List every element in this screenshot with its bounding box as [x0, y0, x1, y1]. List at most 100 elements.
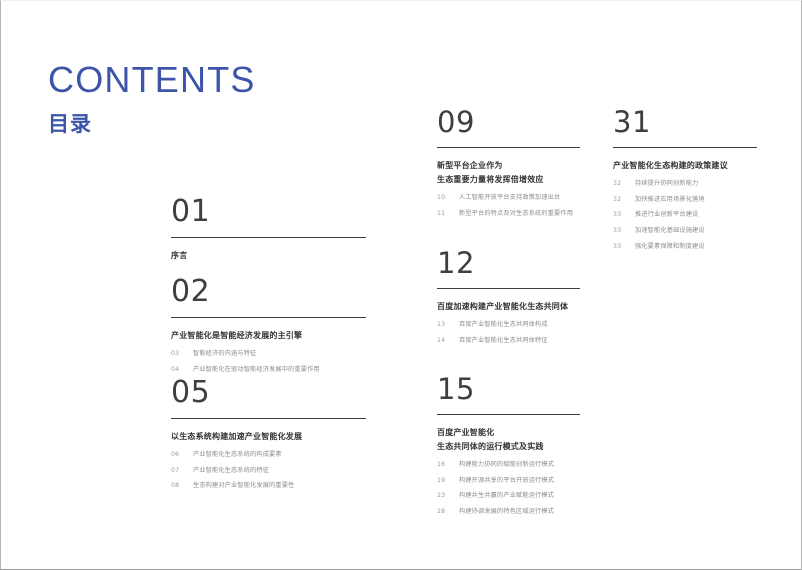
- toc-sub-item-label: 生态构建对产业智能化发展的重要性: [193, 482, 295, 490]
- toc-entry[interactable]: 02 产业智能化是智能经济发展的主引擎 03 智能经济的内涵与特征 04 产业智能化在驱动…: [171, 277, 366, 381]
- toc-sub-item[interactable]: 33 加速智能化基础设施建设: [613, 227, 757, 236]
- toc-sub-item-label: 加速智能化基础设施建设: [635, 227, 705, 235]
- toc-entry-title: 百度产业智能化生态共同体的运行模式及实践: [437, 426, 580, 454]
- masthead: CONTENTS 目录: [48, 61, 256, 136]
- toc-sub-item-page: 04: [171, 365, 180, 373]
- toc-sub-item-page: 33: [613, 211, 622, 219]
- toc-sub-item-page: 23: [437, 492, 446, 500]
- toc-sub-item[interactable]: 28 构建协调发展的特色区域运行模式: [437, 508, 580, 517]
- toc-sub-item-label: 百度产业智能化生态共同体特征: [459, 336, 548, 344]
- toc-sub-item-page: 32: [613, 180, 622, 187]
- toc-entry[interactable]: 09 新型平台企业作为生态重要力量将发挥倍增效应 10 人工智能开放平台支持政策加速出…: [437, 108, 580, 225]
- toc-entry[interactable]: 15 百度产业智能化 生态共同体的运行模式及实践 16 构建能力协同的赋能创新运行模式 1…: [437, 375, 580, 524]
- toc-entry-title-line: 生态重要力量将发挥倍增效应: [437, 175, 544, 184]
- toc-sub-item[interactable]: 32 加快推进应用场景化落地: [613, 196, 757, 205]
- toc-entry-title: 序言: [171, 249, 366, 263]
- toc-entry-title-line: 新型平台企业作为: [437, 161, 503, 170]
- toc-sub-item-label: 构建共生共赢的产业赋能运行模式: [459, 492, 555, 500]
- toc-sub-item-label: 强化要素保障和制度建设: [635, 242, 705, 250]
- toc-sub-item[interactable]: 04 产业智能化在驱动智能经济发展中的重要作用: [171, 366, 366, 375]
- toc-entry-title-line: 百度加速构建产业智能化生态共同体: [437, 302, 569, 311]
- toc-sub-list: 13 百度产业智能化生态共同体构成 14 百度产业智能化生态共同体特征: [437, 321, 580, 345]
- toc-sub-item-page: 16: [437, 461, 446, 468]
- toc-entry-title-line: 百度产业智能化: [437, 428, 495, 437]
- toc-sub-item-label: 加快推进应用场景化落地: [635, 195, 705, 203]
- toc-sub-item-page: 33: [613, 242, 622, 250]
- toc-sub-item[interactable]: 07 产业智能化生态系统的特征: [171, 467, 366, 476]
- toc-sub-item-page: 14: [437, 336, 446, 344]
- toc-entry-title-line: 以生态系统构建加速产业智能化发展: [171, 432, 303, 441]
- toc-entry-number: 02: [171, 274, 211, 309]
- toc-sub-item[interactable]: 03 智能经济的内涵与特征: [171, 350, 366, 359]
- toc-sub-item-label: 新型平台的特点及对生态系统的重要作用: [459, 209, 574, 217]
- toc-sub-item-page: 03: [171, 350, 180, 357]
- toc-entry-divider: [437, 414, 580, 415]
- toc-sub-item-page: 06: [171, 451, 180, 458]
- toc-sub-item-page: 10: [437, 194, 446, 201]
- toc-entry-number: 15: [437, 372, 475, 406]
- toc-sub-item[interactable]: 06 产业智能化生态系统的构成要素: [171, 451, 366, 460]
- toc-sub-item-label: 构建协调发展的特色区域运行模式: [459, 508, 555, 516]
- toc-entry-number: 09: [437, 105, 475, 139]
- toc-sub-item-page: 11: [437, 209, 446, 217]
- toc-sub-item[interactable]: 33 强化要素保障和制度建设: [613, 243, 757, 252]
- toc-entry-divider: [613, 147, 757, 148]
- toc-sub-item[interactable]: 19 构建开源共享的平台开放运行模式: [437, 477, 580, 486]
- toc-sub-item-label: 产业智能化在驱动智能经济发展中的重要作用: [193, 365, 320, 373]
- toc-sub-list: 32 持续提升协同创新能力 32 加快推进应用场景化落地 33 推进行业创新平台建设 33 加…: [613, 180, 757, 251]
- toc-entry[interactable]: 31 产业智能化生态构建的政策建议 32 持续提升协同创新能力 32 加快推进应用场景化落…: [613, 108, 757, 258]
- toc-entry-title-line: 产业智能化是智能经济发展的主引擎: [171, 331, 303, 340]
- toc-entry-number: 01: [171, 194, 211, 229]
- toc-sub-item[interactable]: 08 生态构建对产业智能化发展的重要性: [171, 482, 366, 491]
- toc-sub-item[interactable]: 23 构建共生共赢的产业赋能运行模式: [437, 492, 580, 501]
- toc-entry-number: 05: [171, 375, 211, 410]
- toc-sub-list: 10 人工智能开放平台支持政策加速出台 11 新型平台的特点及对生态系统的重要作用: [437, 194, 580, 218]
- toc-sub-item-page: 32: [613, 195, 622, 203]
- toc-sub-list: 03 智能经济的内涵与特征 04 产业智能化在驱动智能经济发展中的重要作用: [171, 350, 366, 374]
- toc-sub-item-label: 人工智能开放平台支持政策加速出台: [459, 194, 561, 201]
- toc-sub-item-page: 33: [613, 227, 622, 235]
- toc-sub-item-page: 19: [437, 476, 446, 484]
- toc-entry-divider: [437, 288, 580, 289]
- toc-entry-divider: [171, 237, 366, 238]
- toc-sub-item-label: 构建能力协同的赋能创新运行模式: [459, 461, 555, 468]
- toc-sub-list: 06 产业智能化生态系统的构成要素 07 产业智能化生态系统的特征 08 生态构建对产业智…: [171, 451, 366, 491]
- toc-entry-title: 产业智能化生态构建的政策建议: [613, 159, 757, 173]
- toc-sub-item-page: 08: [171, 482, 180, 490]
- toc-sub-item[interactable]: 11 新型平台的特点及对生态系统的重要作用: [437, 210, 580, 219]
- toc-entry-title: 以生态系统构建加速产业智能化发展: [171, 430, 366, 444]
- page-title: CONTENTS: [48, 59, 256, 100]
- toc-sub-item[interactable]: 32 持续提升协同创新能力: [613, 180, 757, 189]
- toc-sub-item[interactable]: 33 推进行业创新平台建设: [613, 211, 757, 220]
- toc-entry-title-line: 生态共同体的运行模式及实践: [437, 442, 544, 451]
- toc-sub-item-label: 产业智能化生态系统的构成要素: [193, 451, 282, 458]
- page-subtitle: 目录: [48, 112, 92, 136]
- toc-entry-divider: [171, 317, 366, 318]
- toc-sub-item[interactable]: 14 百度产业智能化生态共同体特征: [437, 337, 580, 346]
- toc-entry-divider: [437, 147, 580, 148]
- toc-entry-title-line: 序言: [171, 251, 188, 260]
- toc-entry[interactable]: 05 以生态系统构建加速产业智能化发展 06 产业智能化生态系统的构成要素 07 产业智能…: [171, 378, 366, 498]
- toc-sub-item-label: 产业智能化生态系统的特征: [193, 466, 270, 474]
- toc-entry[interactable]: 12 百度加速构建产业智能化生态共同体 13 百度产业智能化生态共同体构成 14 百度产业…: [437, 249, 580, 352]
- toc-sub-item-label: 构建开源共享的平台开放运行模式: [459, 476, 555, 484]
- toc-entry-title: 百度加速构建产业智能化生态共同体: [437, 300, 580, 314]
- toc-entry-title: 产业智能化是智能经济发展的主引擎: [171, 329, 366, 343]
- toc-sub-item[interactable]: 16 构建能力协同的赋能创新运行模式: [437, 461, 580, 470]
- toc-entry[interactable]: 01 序言: [171, 197, 366, 263]
- toc-sub-item-label: 智能经济的内涵与特征: [193, 350, 257, 357]
- toc-entry-title-line: 产业智能化生态构建的政策建议: [613, 161, 728, 170]
- toc-sub-item-page: 13: [437, 321, 446, 328]
- toc-entry-number: 31: [613, 105, 651, 139]
- toc-sub-item-label: 持续提升协同创新能力: [635, 180, 699, 187]
- toc-sub-item[interactable]: 13 百度产业智能化生态共同体构成: [437, 321, 580, 330]
- toc-sub-item-label: 推进行业创新平台建设: [635, 211, 699, 219]
- toc-entry-divider: [171, 418, 366, 419]
- toc-sub-item-page: 07: [171, 466, 180, 474]
- toc-sub-item-page: 28: [437, 508, 446, 516]
- toc-sub-item[interactable]: 10 人工智能开放平台支持政策加速出台: [437, 194, 580, 203]
- contents-page: CONTENTS 目录 01 序言 02 产业智能化是智能经济发展的主引擎 03 智能经济…: [0, 0, 802, 570]
- toc-entry-number: 12: [437, 246, 475, 280]
- toc-sub-list: 16 构建能力协同的赋能创新运行模式 19 构建开源共享的平台开放运行模式 23 构建共生…: [437, 461, 580, 517]
- toc-entry-title: 新型平台企业作为生态重要力量将发挥倍增效应: [437, 159, 580, 187]
